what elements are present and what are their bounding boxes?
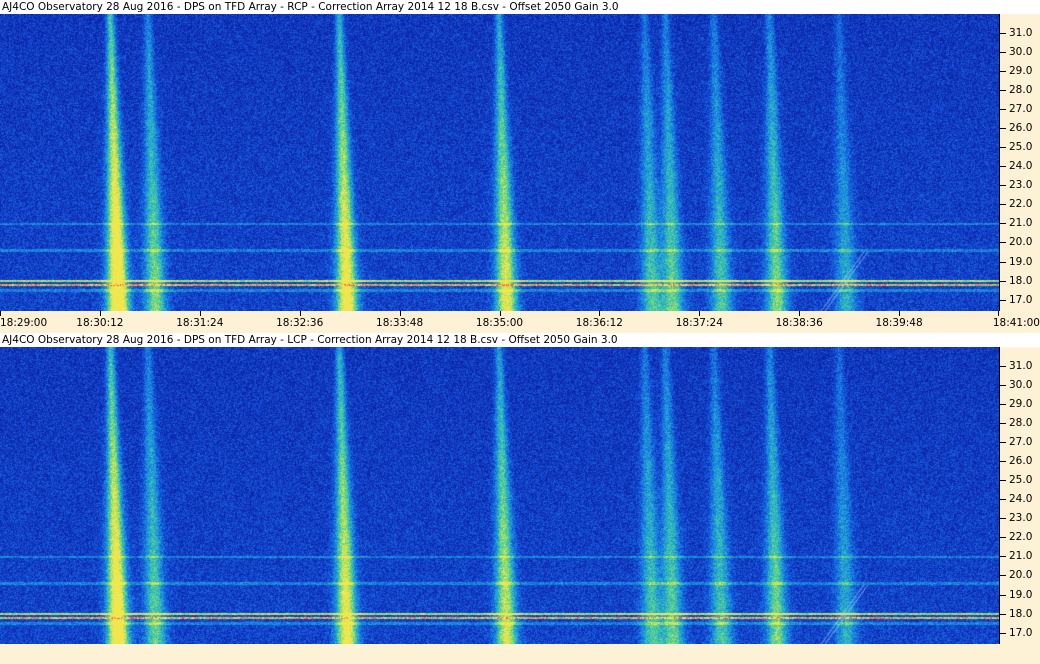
freq-tick-label: 18.0: [1009, 607, 1033, 620]
freq-tick: [1000, 366, 1006, 368]
freq-tick-label: 23.0: [1009, 179, 1033, 192]
freq-tick: [1000, 556, 1006, 558]
freq-tick: [1000, 461, 1006, 463]
freq-tick-label: 24.0: [1009, 493, 1033, 506]
time-tick-label: 18:35:00: [475, 317, 524, 329]
time-tick-label: 18:37:24: [675, 317, 723, 329]
freq-tick: [1000, 385, 1006, 387]
freq-tick-label: 27.0: [1009, 436, 1033, 449]
freq-tick: [1000, 147, 1006, 149]
freq-tick: [1000, 299, 1006, 301]
freq-tick-label: 20.0: [1009, 569, 1033, 582]
time-tick: [199, 311, 201, 316]
rcp-spectrogram: [0, 14, 999, 311]
freq-tick-label: 17.0: [1009, 626, 1033, 639]
freq-tick: [1000, 537, 1006, 539]
time-tick-label: 18:39:48: [875, 317, 923, 329]
rcp-spectrogram-canvas: [0, 14, 999, 311]
freq-tick: [1000, 33, 1006, 35]
time-tick-label: 18:29:00: [0, 317, 48, 329]
freq-tick: [1000, 90, 1006, 92]
freq-tick-label: 30.0: [1009, 379, 1033, 392]
time-tick-label: 18:30:12: [76, 317, 124, 329]
freq-tick: [1000, 423, 1006, 425]
freq-tick-label: 22.0: [1009, 531, 1033, 544]
freq-tick: [1000, 442, 1006, 444]
freq-tick-label: 29.0: [1009, 398, 1033, 411]
freq-tick: [1000, 575, 1006, 577]
freq-tick-label: 28.0: [1009, 417, 1033, 430]
freq-tick: [1000, 613, 1006, 615]
time-tick-label: 18:36:12: [575, 317, 623, 329]
freq-tick-label: 19.0: [1009, 255, 1033, 268]
freq-tick-label: 18.0: [1009, 274, 1033, 287]
time-tick-label: 18:31:24: [176, 317, 224, 329]
freq-tick-label: 24.0: [1009, 160, 1033, 173]
time-tick: [699, 311, 701, 316]
time-tick: [799, 311, 801, 316]
freq-tick-label: 20.0: [1009, 236, 1033, 249]
freq-tick-label: 27.0: [1009, 103, 1033, 116]
rcp-frequency-axis: 31.0 30.0 29.0 28.0 27.0 26.0 25.0 24.0 23.0 22.0…: [999, 14, 1040, 311]
freq-tick-label: 25.0: [1009, 141, 1033, 154]
freq-tick-label: 26.0: [1009, 455, 1033, 468]
time-tick-label: 18:32:36: [276, 317, 324, 329]
freq-tick-label: 19.0: [1009, 588, 1033, 601]
freq-tick-label: 31.0: [1009, 27, 1033, 40]
time-tick-label: 18:41:00: [992, 317, 1040, 329]
freq-tick-label: 26.0: [1009, 122, 1033, 135]
time-tick-label: 18:38:36: [775, 317, 823, 329]
time-tick: [499, 311, 501, 316]
freq-tick: [1000, 518, 1006, 520]
time-tick: [899, 311, 901, 316]
freq-tick-label: 28.0: [1009, 84, 1033, 97]
freq-tick-label: 31.0: [1009, 360, 1033, 373]
freq-tick: [1000, 594, 1006, 596]
time-tick: [99, 311, 101, 316]
freq-tick-label: 30.0: [1009, 46, 1033, 59]
rcp-panel-title: AJ4CO Observatory 28 Aug 2016 - DPS on T…: [0, 0, 1040, 14]
freq-tick: [1000, 280, 1006, 282]
time-tick: [299, 311, 301, 316]
freq-tick: [1000, 261, 1006, 263]
freq-tick-label: 17.0: [1009, 293, 1033, 306]
freq-tick: [1000, 223, 1006, 225]
freq-tick: [1000, 52, 1006, 54]
freq-tick-label: 25.0: [1009, 474, 1033, 487]
freq-tick-label: 23.0: [1009, 512, 1033, 525]
lcp-frequency-axis: 31.0 30.0 29.0 28.0 27.0 26.0 25.0 24.0 23.0 22.0…: [999, 347, 1040, 644]
freq-tick: [1000, 128, 1006, 130]
spectrogram-viewer: AJ4CO Observatory 28 Aug 2016 - DPS on T…: [0, 0, 1040, 664]
time-tick: [599, 311, 601, 316]
freq-tick: [1000, 632, 1006, 634]
lcp-time-axis: [0, 644, 1040, 664]
freq-tick: [1000, 480, 1006, 482]
freq-tick: [1000, 404, 1006, 406]
freq-tick: [1000, 204, 1006, 206]
freq-tick-label: 21.0: [1009, 217, 1033, 230]
freq-tick-label: 29.0: [1009, 65, 1033, 78]
freq-tick: [1000, 109, 1006, 111]
freq-tick: [1000, 166, 1006, 168]
time-tick: [399, 311, 401, 316]
lcp-panel-title: AJ4CO Observatory 28 Aug 2016 - DPS on T…: [0, 333, 1040, 347]
time-tick: [998, 311, 999, 316]
freq-tick-label: 21.0: [1009, 550, 1033, 563]
freq-tick: [1000, 71, 1006, 73]
time-tick: [0, 311, 1, 316]
lcp-spectrogram-canvas: [0, 347, 999, 644]
lcp-spectrogram: [0, 347, 999, 644]
freq-tick: [1000, 242, 1006, 244]
time-tick-label: 18:33:48: [376, 317, 424, 329]
freq-tick: [1000, 499, 1006, 501]
rcp-time-axis: 18:29:00 18:30:12 18:31:24 18:32:36 18:33:48…: [0, 311, 1040, 333]
freq-tick-label: 22.0: [1009, 198, 1033, 211]
freq-tick: [1000, 185, 1006, 187]
